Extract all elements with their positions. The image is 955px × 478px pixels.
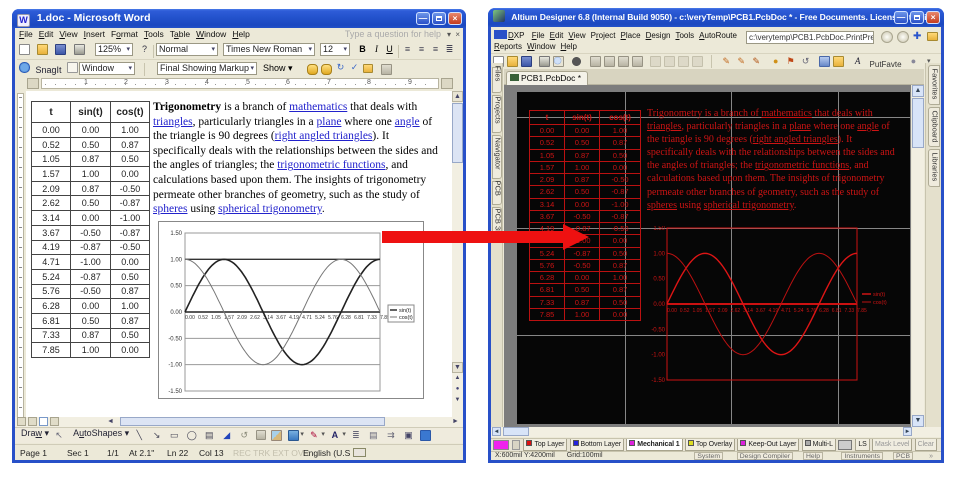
svg-text:2.09: 2.09 xyxy=(718,308,728,314)
svg-text:7.33: 7.33 xyxy=(844,308,854,314)
svg-text:0.00: 0.00 xyxy=(653,302,665,308)
svg-text:7.85: 7.85 xyxy=(857,308,867,314)
svg-text:-1.00: -1.00 xyxy=(651,353,665,359)
svg-text:2.62: 2.62 xyxy=(730,308,740,314)
svg-text:1.57: 1.57 xyxy=(705,308,715,314)
svg-text:6.81: 6.81 xyxy=(832,308,842,314)
svg-text:-0.50: -0.50 xyxy=(651,327,665,333)
svg-text:6.28: 6.28 xyxy=(819,308,829,314)
svg-text:1.05: 1.05 xyxy=(692,308,702,314)
svg-text:5.24: 5.24 xyxy=(794,308,804,314)
svg-text:0.52: 0.52 xyxy=(680,308,690,314)
svg-text:1.50: 1.50 xyxy=(653,226,665,232)
svg-text:4.71: 4.71 xyxy=(781,308,791,314)
svg-text:0.00: 0.00 xyxy=(667,308,677,314)
svg-text:sin(t): sin(t) xyxy=(873,292,885,298)
svg-text:-1.50: -1.50 xyxy=(651,378,665,384)
svg-text:3.67: 3.67 xyxy=(756,308,766,314)
svg-text:0.50: 0.50 xyxy=(653,277,665,283)
svg-text:1.00: 1.00 xyxy=(653,251,665,257)
svg-text:cos(t): cos(t) xyxy=(873,300,887,306)
